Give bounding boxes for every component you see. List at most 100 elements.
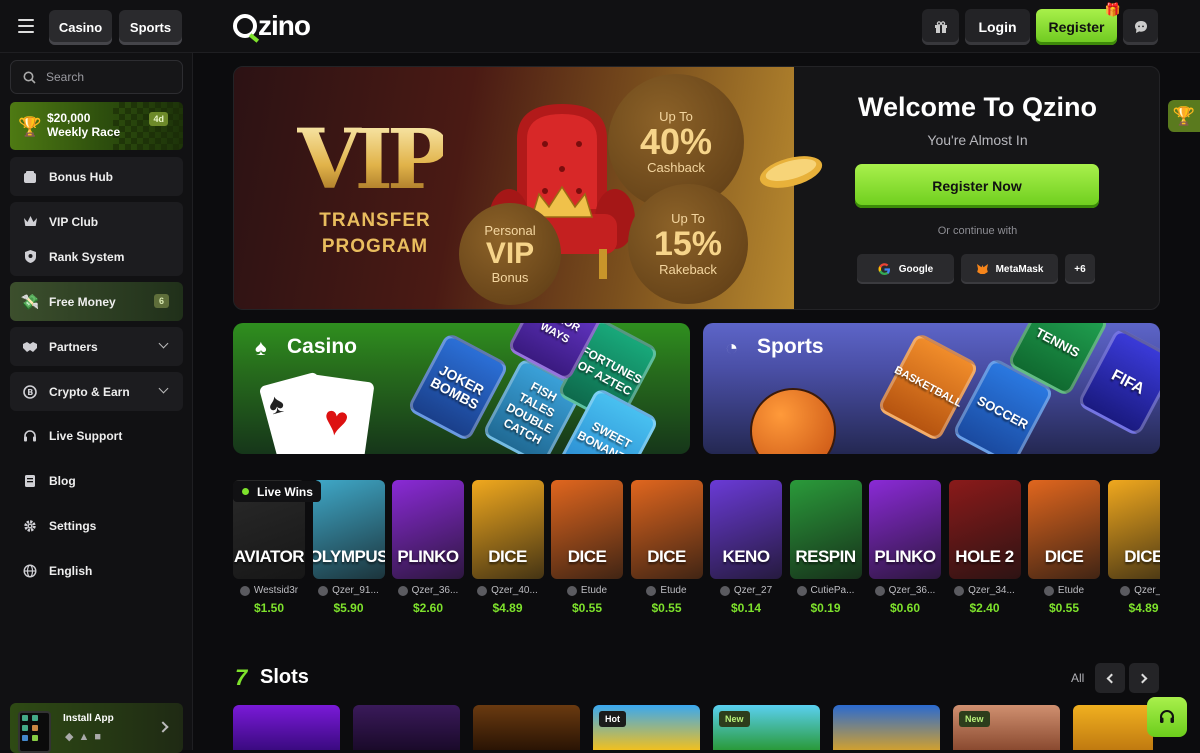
win-username: Etude (660, 585, 687, 596)
vip-transfer-banner[interactable]: VIP TRANSFER PROGRAM Up To 40% Cashback … (234, 67, 823, 309)
welcome-subtitle: You're Almost In (927, 132, 1028, 148)
user-avatar-icon (954, 585, 965, 596)
gift-badge-icon: 🎁 (1104, 2, 1121, 17)
sidebar-item-language[interactable]: English (10, 553, 183, 588)
google-icon (878, 262, 890, 275)
live-win-item[interactable]: DICE Qzer_4 $4.89 (1107, 480, 1160, 615)
slots-header: 7 Slots All (233, 663, 1160, 693)
user-avatar-icon (239, 585, 250, 596)
install-app-banner[interactable]: Install App ◆▲■ (10, 703, 183, 753)
chat-button[interactable] (1123, 9, 1158, 45)
game-thumbnail: DICE (551, 480, 623, 579)
live-win-item[interactable]: DICE Etude $0.55 (630, 480, 703, 615)
gift-button[interactable] (922, 9, 959, 45)
slot-tile[interactable]: New (953, 705, 1060, 750)
sports-category-card[interactable]: ◔ Sports BASKETBALL SOCCER TENNIS FIFA (703, 323, 1160, 454)
logo-q-icon (233, 14, 257, 38)
os-icons: ◆▲■ (65, 731, 106, 743)
sidebar-item-label: English (49, 563, 93, 578)
live-support-button[interactable] (1147, 697, 1187, 737)
slot-tile[interactable]: New (713, 705, 820, 750)
game-thumbnail: OLYMPUS (312, 480, 385, 579)
slot-tile[interactable] (473, 705, 580, 750)
install-app-label: Install App (63, 713, 114, 724)
sidebar-item-live-support[interactable]: Live Support (10, 418, 183, 453)
race-amount: $20,000 (47, 111, 91, 125)
chevron-down-icon (158, 383, 169, 394)
language-link: English (10, 553, 183, 588)
sidebar-item-bonus-hub[interactable]: Bonus Hub (10, 157, 183, 196)
chevron-left-icon (1106, 673, 1117, 683)
slots-seven-icon: 7 (235, 665, 248, 690)
more-login-options-button[interactable]: +6 (1065, 254, 1095, 284)
support-links: Live Support (10, 418, 183, 453)
casino-category-card[interactable]: ♠ Casino ♠ ♥ JOKER BOMBS FISH TALES DOUB… (233, 323, 690, 454)
win-amount: $4.89 (1128, 601, 1159, 615)
checkered-pattern (113, 102, 183, 150)
win-user: Westsid3r (233, 585, 305, 596)
sidebar-item-partners[interactable]: Partners (10, 327, 183, 366)
sidebar-item-label: Bonus Hub (49, 169, 113, 184)
live-win-item[interactable]: DICE Etude $0.55 (551, 480, 623, 615)
slot-tile[interactable] (353, 705, 460, 750)
vip-transfer-text: TRANSFER (319, 210, 431, 231)
slot-tile[interactable] (1073, 705, 1153, 750)
google-login-button[interactable]: Google (857, 254, 954, 284)
slot-tile[interactable] (833, 705, 940, 750)
sidebar-item-rank-system[interactable]: Rank System (10, 239, 183, 274)
sidebar-item-crypto-earn[interactable]: B Crypto & Earn (10, 372, 183, 411)
slot-tile[interactable]: Hot (593, 705, 700, 750)
game-thumbnail: DICE (1028, 480, 1100, 579)
live-win-item[interactable]: PLINKO Qzer_36... $0.60 (869, 480, 941, 615)
live-win-item[interactable]: KENO Qzer_27 $0.14 (710, 480, 782, 615)
win-username: Qzer_91... (332, 585, 379, 596)
live-win-item[interactable]: HOLE 2 Qzer_34... $2.40 (948, 480, 1021, 615)
tab-casino[interactable]: Casino (49, 10, 112, 45)
document-icon (22, 473, 38, 489)
win-user: Qzer_36... (869, 585, 941, 596)
user-avatar-icon (646, 585, 657, 596)
live-win-item[interactable]: RESPIN CutiePa... $0.19 (789, 480, 862, 615)
personal-vip-value: VIP (485, 237, 535, 270)
slots-all-link[interactable]: All (1071, 671, 1084, 685)
slots-next-button[interactable] (1129, 663, 1159, 693)
slot-tile[interactable] (233, 705, 340, 750)
spade-icon: ♠ (255, 335, 267, 360)
svg-text:B: B (27, 388, 33, 397)
search-input[interactable]: Search (10, 60, 183, 94)
win-user: Etude (1028, 585, 1100, 596)
game-thumbnail: DICE (630, 480, 703, 579)
rakeback-label: Rakeback (659, 262, 717, 277)
sidebar-item-blog[interactable]: Blog (10, 463, 183, 498)
user-avatar-icon (1043, 585, 1054, 596)
register-now-button[interactable]: Register Now (855, 164, 1099, 208)
sidebar-item-settings[interactable]: Settings (10, 508, 183, 543)
sidebar-item-vip-club[interactable]: VIP Club (10, 204, 183, 239)
game-thumbnail: PLINKO (869, 480, 941, 579)
user-avatar-icon (477, 585, 488, 596)
game-title: PLINKO (874, 547, 936, 566)
metamask-icon (976, 264, 988, 274)
metamask-login-button[interactable]: MetaMask (961, 254, 1058, 284)
crypto-card: B Crypto & Earn (10, 372, 183, 411)
vip-program-text: PROGRAM (321, 236, 429, 257)
live-win-item[interactable]: PLINKO Qzer_36... $2.60 (392, 480, 464, 615)
weekly-race-banner[interactable]: 🏆 $20,000 Weekly Race 4d (10, 102, 183, 150)
register-button[interactable]: Register 🎁 (1036, 2, 1121, 45)
logo-text: zino (258, 10, 311, 41)
win-user: Qzer_36... (392, 585, 464, 596)
win-user: Qzer_4 (1108, 585, 1160, 596)
win-username: Etude (1057, 585, 1085, 596)
tab-sports[interactable]: Sports (119, 10, 182, 45)
login-button[interactable]: Login (965, 9, 1030, 45)
trophy-side-button[interactable]: 🏆 (1168, 100, 1200, 132)
live-win-item[interactable]: OLYMPUS Qzer_91... $5.90 (312, 480, 385, 615)
live-win-item[interactable]: DICE Qzer_40... $4.89 (471, 480, 544, 615)
win-amount: $4.89 (492, 601, 523, 615)
search-placeholder: Search (46, 70, 85, 84)
free-money-card[interactable]: 💸 Free Money 6 (10, 282, 183, 321)
live-win-item[interactable]: DICE Etude $0.55 (1028, 480, 1100, 615)
menu-icon[interactable] (18, 19, 34, 33)
logo[interactable]: zino (233, 10, 311, 42)
slots-prev-button[interactable] (1095, 663, 1125, 693)
